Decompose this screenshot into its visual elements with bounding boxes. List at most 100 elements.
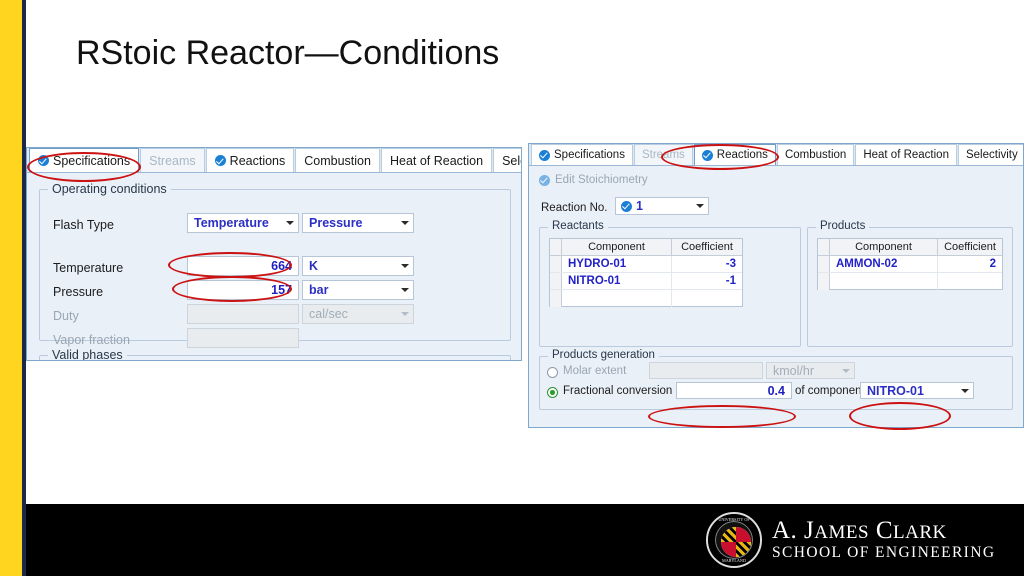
table-row[interactable] <box>550 290 742 307</box>
tab-reactions[interactable]: Reactions <box>205 148 295 172</box>
tab-specifications[interactable]: Specifications <box>531 144 633 165</box>
seal-top-text: UNIVERSITY OF <box>718 517 750 522</box>
column-header-coefficient: Coefficient <box>681 241 733 253</box>
left-accent-bar <box>0 0 22 576</box>
chevron-down-icon <box>397 281 413 299</box>
tab-label: Specifications <box>53 153 131 168</box>
table-row[interactable]: HYDRO-01 -3 <box>550 256 742 273</box>
fractional-conversion-radio[interactable] <box>547 387 558 398</box>
wordmark-line-2: SCHOOL OF ENGINEERING <box>772 544 996 562</box>
column-header-component: Component <box>830 239 938 255</box>
group-legend: Operating conditions <box>48 182 171 196</box>
flash-type-label: Flash Type <box>53 218 114 232</box>
page-title: RStoic Reactor—Conditions <box>76 34 500 72</box>
molar-extent-radio[interactable] <box>547 367 558 378</box>
check-circle-icon <box>214 155 226 166</box>
seal-text: UNIVERSITY OF MARYLAND <box>708 514 760 566</box>
molar-extent-input[interactable] <box>649 362 763 379</box>
fractional-conversion-value: 0.4 <box>767 383 785 398</box>
right-tab-strip: Specifications Streams Reactions Combust… <box>529 144 1023 166</box>
rstoic-specifications-window: Specifications Streams Reactions Combust… <box>26 147 522 361</box>
temperature-value: 664 <box>271 259 292 273</box>
duty-label: Duty <box>53 309 79 323</box>
chevron-down-icon <box>397 214 413 232</box>
duty-unit-dropdown[interactable]: cal/sec <box>302 304 414 324</box>
table-row[interactable]: NITRO-01 -1 <box>550 273 742 290</box>
molar-extent-unit-dropdown[interactable]: kmol/hr <box>766 362 855 379</box>
row-gutter <box>818 273 830 290</box>
duty-unit-value: cal/sec <box>309 307 348 321</box>
tab-selectivity[interactable]: Selectivit <box>493 148 521 172</box>
of-component-value: NITRO-01 <box>867 383 924 398</box>
tab-label: Selectivit <box>502 153 521 168</box>
tab-reactions[interactable]: Reactions <box>693 144 776 165</box>
flash-type-2-dropdown[interactable]: Pressure <box>302 213 414 233</box>
reactant-component: HYDRO-01 <box>562 256 672 272</box>
column-header-component: Component <box>562 239 672 255</box>
reaction-no-dropdown[interactable]: 1 <box>615 197 709 215</box>
fractional-conversion-label: Fractional conversion <box>563 385 673 397</box>
wordmark-c: C <box>869 517 894 545</box>
tab-label: Selectivity <box>965 149 1018 161</box>
pressure-input[interactable]: 157 <box>187 280 299 300</box>
tab-label: Heat of Reaction <box>863 149 949 161</box>
tab-streams[interactable]: Streams <box>140 148 205 172</box>
product-component <box>830 273 938 290</box>
product-component: AMMON-02 <box>830 256 938 272</box>
tab-selectivity[interactable]: Selectivity <box>957 144 1023 165</box>
temperature-input[interactable]: 664 <box>187 256 299 276</box>
tab-label: Streams <box>149 153 196 168</box>
chevron-down-icon <box>957 383 973 398</box>
left-tab-strip: Specifications Streams Reactions Combust… <box>27 148 521 173</box>
duty-input[interactable] <box>187 304 299 324</box>
check-circle-icon <box>38 155 49 166</box>
chevron-down-icon <box>282 214 298 232</box>
tab-label: Combustion <box>304 153 371 168</box>
edit-stoichiometry-label: Edit Stoichiometry <box>555 174 648 186</box>
tab-heat-of-reaction[interactable]: Heat of Reaction <box>855 144 957 165</box>
tab-label: Combustion <box>784 149 847 161</box>
row-gutter <box>550 239 562 255</box>
tab-streams[interactable]: Streams <box>633 144 693 165</box>
reactants-table[interactable]: Component Coefficient HYDRO-01 -3 NITRO-… <box>549 238 743 307</box>
wordmark-line-1: A. JAMES CLARK <box>772 518 995 544</box>
slide-canvas: RStoic Reactor—Conditions Specifications… <box>0 0 1024 576</box>
table-row[interactable] <box>818 273 1002 290</box>
check-circle-icon <box>621 200 632 212</box>
tab-combustion[interactable]: Combustion <box>776 144 855 165</box>
tab-heat-of-reaction[interactable]: Heat of Reaction <box>380 148 493 172</box>
check-circle-icon <box>539 174 550 186</box>
temperature-unit-dropdown[interactable]: K <box>302 256 414 276</box>
table-row[interactable]: AMMON-02 2 <box>818 256 1002 273</box>
check-circle-icon <box>539 149 550 161</box>
product-coefficient <box>938 273 1002 290</box>
tab-label: Reactions <box>229 153 286 168</box>
vapor-fraction-label: Vapor fraction <box>53 333 130 347</box>
products-table[interactable]: Component Coefficient AMMON-02 2 <box>817 238 1003 290</box>
umd-wordmark: A. JAMES CLARK SCHOOL OF ENGINEERING <box>772 518 995 562</box>
tab-specifications[interactable]: Specifications <box>29 148 140 172</box>
row-gutter <box>818 239 830 255</box>
group-legend: Valid phases <box>48 348 127 360</box>
pressure-label: Pressure <box>53 285 104 299</box>
of-component-dropdown[interactable]: NITRO-01 <box>860 382 974 399</box>
molar-extent-unit-value: kmol/hr <box>773 363 814 378</box>
reaction-no-value: 1 <box>636 199 643 213</box>
temperature-unit-value: K <box>309 259 319 273</box>
group-legend: Reactants <box>548 220 608 232</box>
of-component-label: of component <box>795 385 865 397</box>
pressure-unit-value: bar <box>309 283 329 297</box>
table-header-row: Component Coefficient <box>550 239 742 256</box>
flash-type-1-dropdown[interactable]: Temperature <box>187 213 299 233</box>
tab-combustion[interactable]: Combustion <box>295 148 380 172</box>
group-legend: Products generation <box>548 349 659 361</box>
fractional-conversion-input[interactable]: 0.4 <box>676 382 792 399</box>
tab-label: Reactions <box>716 149 768 161</box>
check-circle-icon <box>701 149 713 161</box>
reactant-coefficient <box>672 290 742 307</box>
pressure-unit-dropdown[interactable]: bar <box>302 280 414 300</box>
edit-stoichiometry-row[interactable]: Edit Stoichiometry <box>539 174 648 186</box>
vapor-fraction-input[interactable] <box>187 328 299 348</box>
reactant-component <box>562 290 672 307</box>
chevron-down-icon <box>397 257 413 275</box>
